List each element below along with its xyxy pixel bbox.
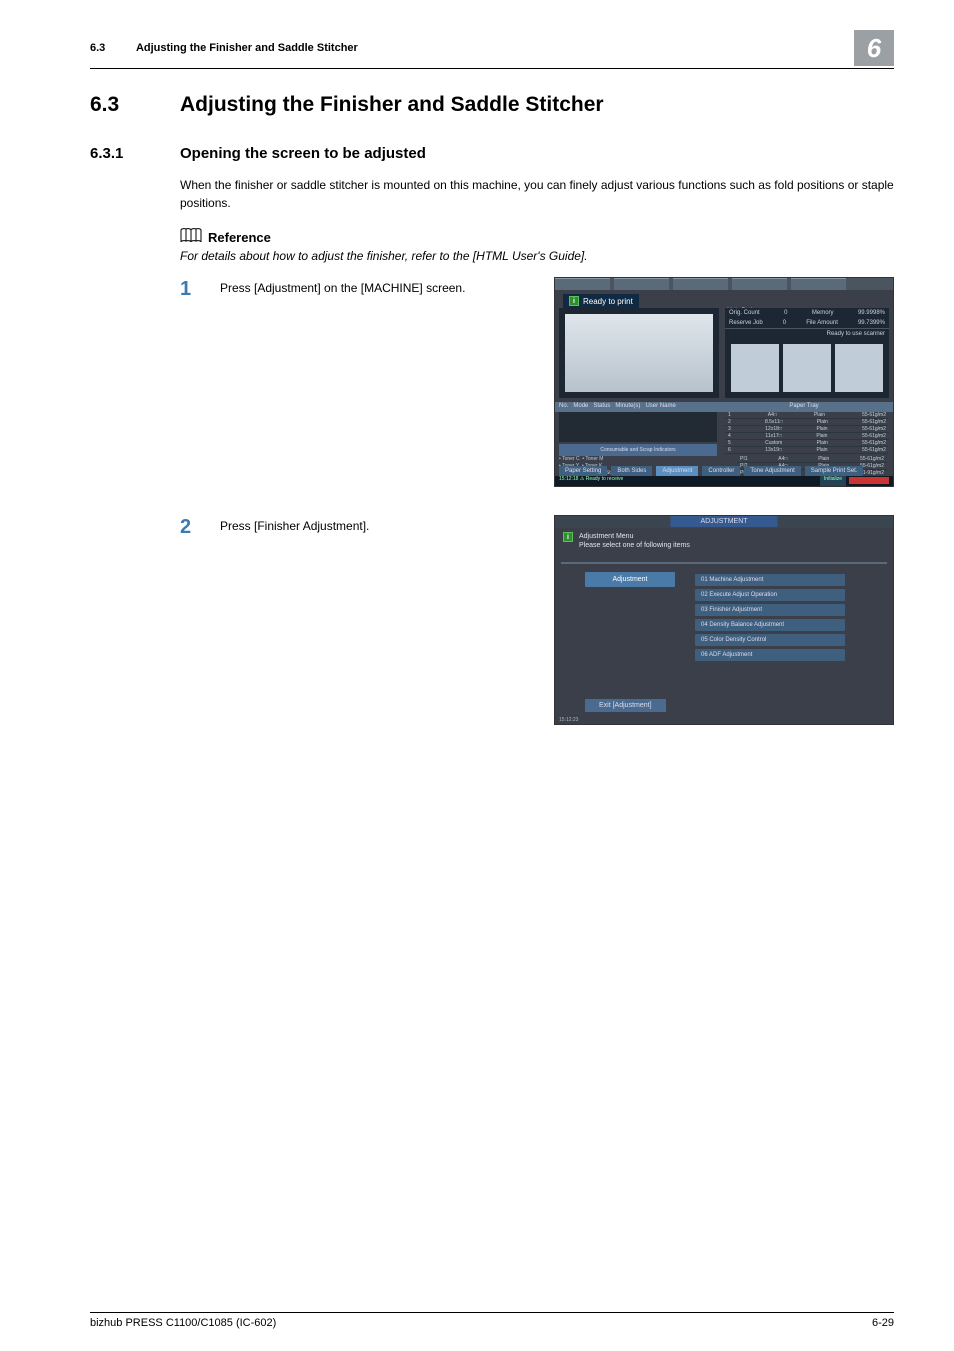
tray-thumbnail bbox=[731, 344, 779, 392]
menu-item-color-density[interactable]: 05 Color Density Control bbox=[695, 634, 845, 646]
adjustment-button[interactable]: Adjustment bbox=[656, 466, 698, 476]
adjustment-menu-subtitle: Please select one of following items bbox=[579, 541, 690, 550]
th-no: No. bbox=[559, 403, 568, 409]
table-row: 312x18□Plain55-61g/m2 bbox=[725, 426, 889, 433]
both-sides-button[interactable]: Both Sides bbox=[611, 466, 652, 476]
exit-adjustment-button[interactable]: Exit [Adjustment] bbox=[585, 699, 666, 712]
th-paper-tray: Paper Tray bbox=[715, 402, 893, 412]
machine-graphic-panel bbox=[559, 308, 719, 398]
machine-screen-screenshot: i Ready to print Main Body Orig. Count0M… bbox=[554, 277, 894, 487]
initialize-button[interactable]: Initialize bbox=[820, 476, 846, 486]
reference-heading: Reference bbox=[208, 230, 271, 245]
th-status: Status bbox=[593, 403, 610, 409]
step-1-number: 1 bbox=[180, 277, 220, 299]
bottom-button-row: Paper Setting Both Sides Adjustment Cont… bbox=[559, 466, 863, 476]
chapter-badge: 6 bbox=[854, 30, 894, 66]
tray-list: 1A4□Plain55-61g/m2 28.5x11□Plain55-61g/m… bbox=[725, 412, 889, 454]
menu-item-machine-adjustment[interactable]: 01 Machine Adjustment bbox=[695, 574, 845, 586]
tray-thumbnail bbox=[835, 344, 883, 392]
info-icon: i bbox=[569, 296, 579, 306]
tone-adjustment-button[interactable]: Tone Adjustment bbox=[744, 466, 800, 476]
table-row: 5CustomPlain55-61g/m2 bbox=[725, 440, 889, 447]
step-2-number: 2 bbox=[180, 515, 220, 537]
tray-thumbnail bbox=[783, 344, 831, 392]
section-heading: 6.3 Adjusting the Finisher and Saddle St… bbox=[90, 93, 894, 117]
th-mode: Mode bbox=[573, 403, 588, 409]
th-user: User Name bbox=[645, 403, 675, 409]
h3-title: Opening the screen to be adjusted bbox=[180, 145, 426, 162]
orig-count-value: 0 bbox=[784, 310, 787, 316]
finishing-button[interactable] bbox=[849, 477, 889, 484]
file-amount-label: File Amount bbox=[806, 320, 838, 326]
job-list bbox=[559, 412, 717, 442]
controller-button[interactable]: Controller bbox=[702, 466, 740, 476]
reserve-label: Reserve Job bbox=[729, 320, 763, 326]
file-amount-value: 99.7399% bbox=[858, 320, 885, 326]
memory-value: 99.9998% bbox=[858, 310, 885, 316]
sample-print-set-button[interactable]: Sample Print Set. bbox=[805, 466, 864, 476]
menu-item-density-balance[interactable]: 04 Density Balance Adjustment bbox=[695, 619, 845, 631]
h3-number: 6.3.1 bbox=[90, 145, 180, 162]
screen-footer-time: 15:12:23 bbox=[555, 716, 582, 724]
memory-label: Memory bbox=[812, 310, 834, 316]
info-icon: i bbox=[563, 532, 573, 542]
table-row: 613x19□Plain55-61g/m2 bbox=[725, 447, 889, 454]
screen-footer: 15:12:18 ⚠ Ready to receive Initialize bbox=[555, 476, 893, 486]
screen-title: ADJUSTMENT bbox=[670, 516, 777, 527]
menu-item-execute-adjust[interactable]: 02 Execute Adjust Operation bbox=[695, 589, 845, 601]
consumable-bar: Consumable and Scrap Indicators bbox=[559, 444, 717, 456]
step-2-text: Press [Finisher Adjustment]. bbox=[220, 515, 554, 533]
table-row: 28.5x11□Plain55-61g/m2 bbox=[725, 419, 889, 426]
table-header: No. Mode Status Minute(s) User Name Pape… bbox=[555, 402, 893, 412]
screen-header: i Adjustment Menu Please select one of f… bbox=[563, 532, 690, 550]
menu-item-finisher-adjustment[interactable]: 03 Finisher Adjustment bbox=[695, 604, 845, 616]
paper-setting-button[interactable]: Paper Setting bbox=[559, 466, 607, 476]
table-row: PI1A4□Plain55-61g/m2 bbox=[737, 456, 887, 463]
header-section-number: 6.3 bbox=[90, 42, 105, 54]
screen-tab[interactable] bbox=[614, 278, 669, 290]
reserve-value: 0 bbox=[783, 320, 786, 326]
header-section-name: Adjusting the Finisher and Saddle Stitch… bbox=[136, 42, 358, 54]
subsection-heading: 6.3.1 Opening the screen to be adjusted bbox=[90, 145, 894, 162]
menu-item-adf-adjustment[interactable]: 06 ADF Adjustment bbox=[695, 649, 845, 661]
orig-count-label: Orig. Count bbox=[729, 310, 760, 316]
adjustment-menu-screenshot: ADJUSTMENT i Adjustment Menu Please sele… bbox=[554, 515, 894, 725]
footer-page-number: 6-29 bbox=[872, 1317, 894, 1329]
footer-model: bizhub PRESS C1100/C1085 (IC-602) bbox=[90, 1317, 276, 1329]
screen-topbar: ADJUSTMENT bbox=[555, 516, 893, 528]
adjustment-menu-list: 01 Machine Adjustment 02 Execute Adjust … bbox=[695, 574, 845, 664]
left-menu-panel: Adjustment bbox=[585, 572, 675, 587]
adjustment-category-button[interactable]: Adjustment bbox=[585, 572, 675, 587]
th-minutes: Minute(s) bbox=[615, 403, 640, 409]
reference-block: Reference For details about how to adjus… bbox=[180, 228, 894, 263]
adjustment-menu-label: Adjustment Menu bbox=[579, 532, 690, 541]
step-1: 1 Press [Adjustment] on the [MACHINE] sc… bbox=[180, 277, 894, 487]
screen-tab[interactable] bbox=[555, 278, 610, 290]
h2-number: 6.3 bbox=[90, 93, 180, 117]
screen-tab[interactable] bbox=[791, 278, 846, 290]
page-header: 6.3 Adjusting the Finisher and Saddle St… bbox=[90, 30, 894, 69]
divider bbox=[561, 562, 887, 564]
step-1-text: Press [Adjustment] on the [MACHINE] scre… bbox=[220, 277, 554, 295]
status-banner: i Ready to print bbox=[563, 294, 639, 308]
book-icon bbox=[180, 228, 202, 247]
screen-tab[interactable] bbox=[673, 278, 728, 290]
h2-title: Adjusting the Finisher and Saddle Stitch… bbox=[180, 93, 604, 117]
machine-image bbox=[565, 314, 713, 392]
reference-text: For details about how to adjust the fini… bbox=[180, 249, 894, 263]
table-row: 411x17□Plain55-61g/m2 bbox=[725, 433, 889, 440]
intro-paragraph: When the finisher or saddle stitcher is … bbox=[180, 176, 894, 212]
screen-tab[interactable] bbox=[732, 278, 787, 290]
status-panel: Orig. Count 0 Memory 99.9998% Reserve Job 0 F… bbox=[725, 308, 889, 398]
header-left: 6.3 Adjusting the Finisher and Saddle St… bbox=[90, 42, 358, 54]
status-text: Ready to print bbox=[583, 297, 633, 306]
footer-status: 15:12:18 ⚠ Ready to receive bbox=[559, 476, 623, 486]
page-footer: bizhub PRESS C1100/C1085 (IC-602) 6-29 bbox=[90, 1312, 894, 1329]
table-row: 1A4□Plain55-61g/m2 bbox=[725, 412, 889, 419]
ready-scanner-text: Ready to use scanner bbox=[827, 331, 885, 337]
step-2: 2 Press [Finisher Adjustment]. ADJUSTMEN… bbox=[180, 515, 894, 725]
